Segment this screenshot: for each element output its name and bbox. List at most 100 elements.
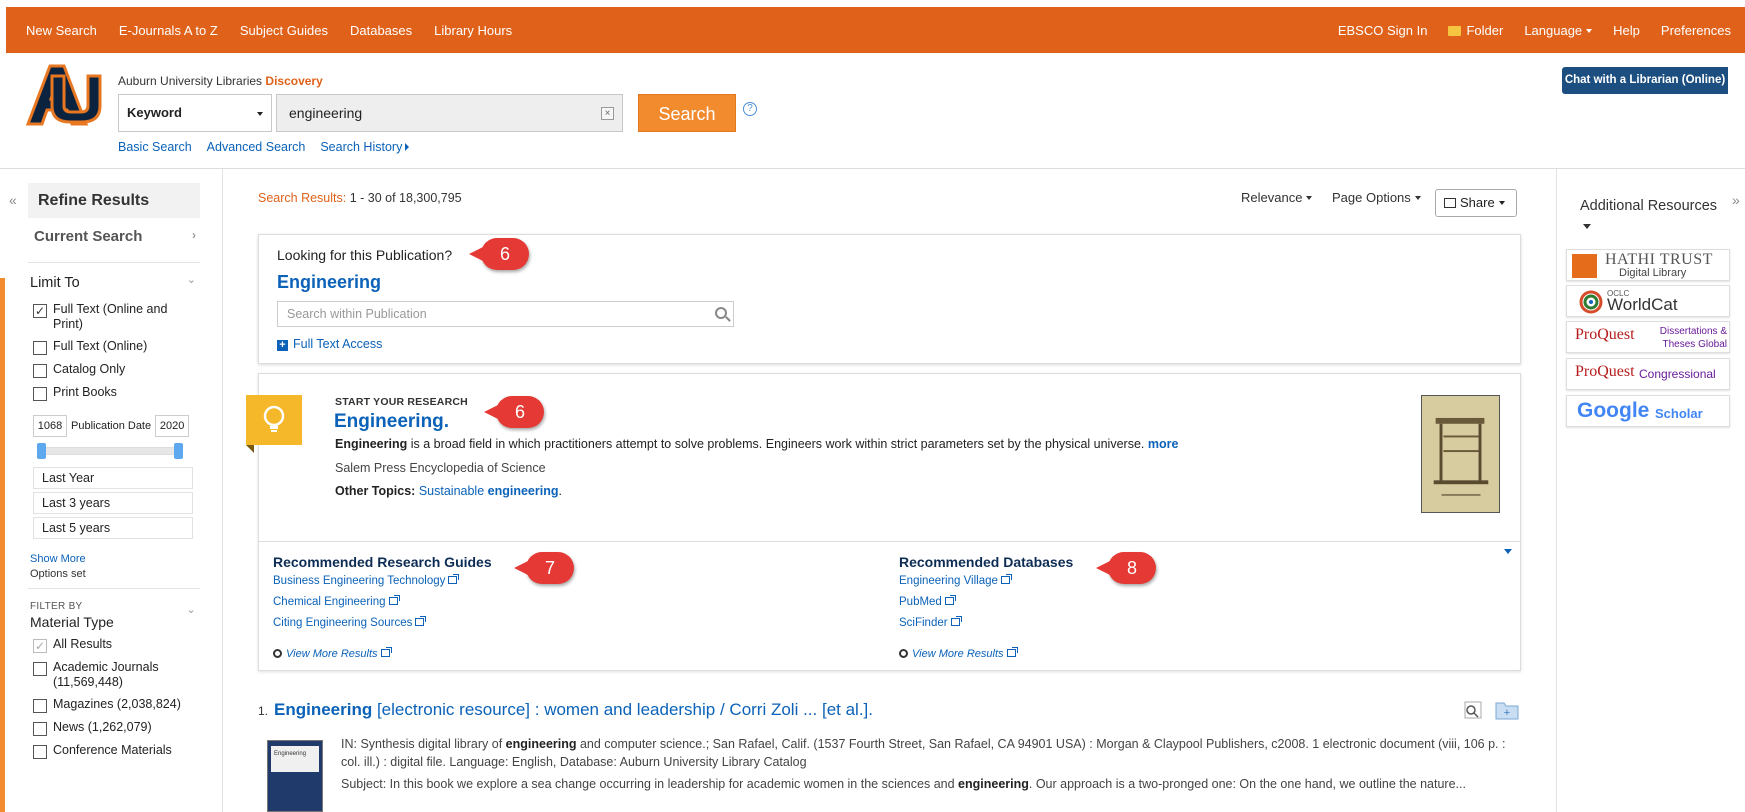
limit-label: Print Books bbox=[53, 385, 117, 399]
result-cover-image[interactable]: Engineering bbox=[267, 740, 323, 812]
chat-librarian-button[interactable]: Chat with a Librarian (Online) bbox=[1562, 67, 1728, 94]
desc-bold: Engineering bbox=[335, 437, 408, 451]
checkbox[interactable] bbox=[33, 699, 47, 713]
nav-subject-guides[interactable]: Subject Guides bbox=[240, 23, 328, 38]
nav-databases[interactable]: Databases bbox=[350, 23, 412, 38]
pub-date-slider[interactable] bbox=[37, 443, 183, 459]
language-menu[interactable]: Language bbox=[1524, 23, 1593, 38]
worldcat-icon bbox=[1579, 290, 1603, 314]
limit-full-text-online-print[interactable]: ✓ Full Text (Online and Print) bbox=[33, 302, 200, 332]
slider-handle-end[interactable] bbox=[174, 443, 183, 459]
result-title-rest: [electronic resource] : women and leader… bbox=[372, 700, 874, 719]
external-link-icon bbox=[448, 574, 460, 584]
proquest-dissertations-link[interactable]: ProQuest Dissertations & Theses Global bbox=[1566, 321, 1730, 353]
checkbox[interactable] bbox=[33, 662, 47, 676]
current-search-toggle[interactable]: Current Search › bbox=[28, 228, 200, 254]
preferences-link[interactable]: Preferences bbox=[1661, 23, 1731, 38]
search-within-publication-input[interactable]: Search within Publication bbox=[277, 301, 734, 327]
search-results-count: Search Results: 1 - 30 of 18,300,795 bbox=[258, 191, 462, 205]
refine-sidebar: Refine Results Current Search › Limit To ⌄… bbox=[28, 183, 200, 759]
full-text-access-link[interactable]: + Full Text Access bbox=[277, 337, 1502, 351]
page-options-menu[interactable]: Page Options bbox=[1332, 190, 1421, 205]
research-thumbnail-image[interactable] bbox=[1421, 395, 1500, 513]
material-conference-materials[interactable]: Conference Materials bbox=[33, 743, 200, 759]
publication-title-link[interactable]: Engineering bbox=[277, 272, 1502, 293]
databases-view-more-link[interactable]: View More Results bbox=[899, 647, 1018, 660]
collapse-panel-icon[interactable] bbox=[1504, 549, 1512, 554]
collapse-left-icon[interactable]: « bbox=[9, 192, 17, 208]
basic-search-link[interactable]: Basic Search bbox=[118, 140, 192, 154]
caret-down-icon bbox=[1498, 201, 1505, 205]
limit-full-text-online[interactable]: Full Text (Online) bbox=[33, 339, 200, 355]
search-input[interactable]: engineering × bbox=[276, 94, 623, 132]
range-last-year[interactable]: Last Year bbox=[33, 467, 193, 489]
range-last-3-years[interactable]: Last 3 years bbox=[33, 492, 193, 514]
caret-down-icon[interactable] bbox=[1583, 224, 1591, 229]
search-button[interactable]: Search bbox=[638, 94, 736, 132]
more-link[interactable]: more bbox=[1148, 437, 1179, 451]
search-field-value: Keyword bbox=[127, 105, 182, 120]
checkbox[interactable] bbox=[33, 387, 47, 401]
help-icon[interactable]: ? bbox=[743, 102, 757, 116]
guide-link[interactable]: Business Engineering Technology bbox=[273, 574, 460, 587]
search-field-select[interactable]: Keyword bbox=[118, 94, 272, 132]
database-link[interactable]: Engineering Village bbox=[899, 574, 1012, 587]
checkbox[interactable] bbox=[33, 745, 47, 759]
limit-label: Full Text (Online and Print) bbox=[53, 302, 168, 331]
proquest-congressional-link[interactable]: ProQuest Congressional bbox=[1566, 358, 1730, 390]
material-news[interactable]: News (1,262,079) bbox=[33, 720, 200, 736]
result-title-link[interactable]: Engineering [electronic resource] : wome… bbox=[274, 700, 873, 720]
search-icon[interactable] bbox=[715, 307, 727, 319]
add-to-folder-icon[interactable]: + bbox=[1495, 702, 1519, 720]
preview-icon[interactable] bbox=[1464, 701, 1482, 719]
external-link-icon bbox=[388, 595, 400, 605]
folder-label: Folder bbox=[1466, 22, 1504, 38]
collapse-right-icon[interactable]: » bbox=[1732, 192, 1740, 208]
range-last-5-years[interactable]: Last 5 years bbox=[33, 517, 193, 539]
nav-new-search[interactable]: New Search bbox=[26, 23, 97, 38]
worldcat-link[interactable]: OCLC WorldCat bbox=[1566, 285, 1730, 317]
checkbox-checked[interactable]: ✓ bbox=[33, 304, 47, 318]
guide-label: Business Engineering Technology bbox=[273, 575, 446, 587]
search-history-link[interactable]: Search History bbox=[320, 140, 410, 154]
nav-ejournals[interactable]: E-Journals A to Z bbox=[119, 23, 218, 38]
material-magazines[interactable]: Magazines (2,038,824) bbox=[33, 697, 200, 713]
result-title-bold: Engineering bbox=[274, 700, 373, 719]
chevron-down-icon[interactable]: ⌄ bbox=[186, 603, 196, 616]
advanced-search-link[interactable]: Advanced Search bbox=[207, 140, 306, 154]
research-title-link[interactable]: Engineering. bbox=[334, 411, 449, 433]
database-link[interactable]: PubMed bbox=[899, 595, 956, 608]
subject-a: Subject: In this book we explore a sea c… bbox=[341, 777, 959, 791]
relevance-sort-menu[interactable]: Relevance bbox=[1241, 190, 1313, 205]
google-scholar-link[interactable]: Google Scholar bbox=[1566, 395, 1730, 427]
material-all-results[interactable]: ✓ All Results bbox=[33, 637, 200, 653]
show-more-link[interactable]: Show More bbox=[30, 553, 200, 565]
clear-icon[interactable]: × bbox=[601, 107, 614, 120]
limit-catalog-only[interactable]: Catalog Only bbox=[33, 362, 200, 378]
hathitrust-link[interactable]: HATHI TRUST Digital Library bbox=[1566, 249, 1730, 281]
material-academic-journals[interactable]: Academic Journals (11,569,448) bbox=[33, 660, 200, 690]
search-input-value: engineering bbox=[289, 105, 363, 121]
limit-to-toggle[interactable]: Limit To ⌄ bbox=[28, 271, 200, 295]
checkbox[interactable] bbox=[33, 722, 47, 736]
database-link[interactable]: SciFinder bbox=[899, 616, 962, 629]
slider-handle-start[interactable] bbox=[37, 443, 46, 459]
folder-link[interactable]: Folder bbox=[1448, 23, 1503, 38]
auburn-logo[interactable]: AU bbox=[24, 62, 102, 130]
checkbox[interactable] bbox=[33, 364, 47, 378]
nav-library-hours[interactable]: Library Hours bbox=[434, 23, 512, 38]
guides-view-more-link[interactable]: View More Results bbox=[273, 647, 392, 660]
help-link[interactable]: Help bbox=[1613, 23, 1640, 38]
pub-date-from-input[interactable]: 1068 bbox=[33, 415, 67, 437]
svg-text:+: + bbox=[1504, 707, 1510, 719]
ebsco-sign-in-link[interactable]: EBSCO Sign In bbox=[1338, 23, 1428, 38]
subject-b: engineering bbox=[958, 777, 1029, 791]
share-button[interactable]: Share bbox=[1435, 189, 1517, 217]
checkbox[interactable] bbox=[33, 341, 47, 355]
limit-print-books[interactable]: Print Books bbox=[33, 385, 200, 401]
plus-icon: + bbox=[277, 340, 288, 351]
other-topic-link[interactable]: Sustainable engineering bbox=[419, 484, 559, 498]
guide-link[interactable]: Chemical Engineering bbox=[273, 595, 400, 608]
guide-link[interactable]: Citing Engineering Sources bbox=[273, 616, 427, 629]
pub-date-to-input[interactable]: 2020 bbox=[155, 415, 190, 437]
